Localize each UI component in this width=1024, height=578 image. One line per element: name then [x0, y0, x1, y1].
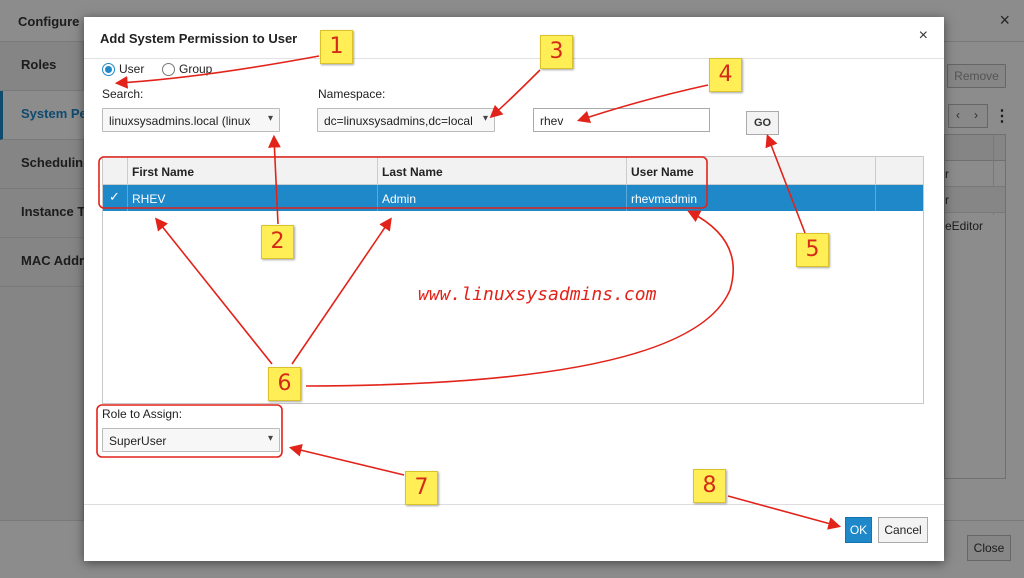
- go-button[interactable]: GO: [746, 111, 779, 135]
- chevron-down-icon: ▾: [482, 113, 488, 124]
- callout-6: 6: [268, 367, 301, 401]
- role-select[interactable]: SuperUser ▾: [102, 428, 280, 452]
- role-label: Role to Assign:: [102, 407, 183, 421]
- check-icon: ✓: [109, 189, 120, 204]
- radio-user-label: User: [119, 62, 145, 76]
- cell-first-name: RHEV: [128, 185, 378, 211]
- callout-1: 1: [320, 30, 353, 64]
- cancel-button[interactable]: Cancel: [878, 517, 928, 543]
- search-domain-select[interactable]: linuxsysadmins.local (linux ▾: [102, 108, 280, 132]
- dialog-header: Add System Permission to User ×: [84, 17, 944, 59]
- watermark-text: www.linuxsysadmins.com: [418, 284, 657, 305]
- callout-2: 2: [261, 225, 294, 259]
- dialog-title: Add System Permission to User: [100, 31, 298, 46]
- radio-group-label: Group: [179, 62, 213, 76]
- callout-5: 5: [796, 233, 829, 267]
- radio-user-dot[interactable]: [102, 62, 115, 76]
- role-value: SuperUser: [109, 434, 167, 448]
- callout-8: 8: [693, 469, 726, 503]
- users-grid: First Name Last Name User Name ✓ RHEV Ad…: [102, 156, 924, 404]
- users-grid-header: First Name Last Name User Name: [103, 157, 923, 185]
- search-domain-value: linuxsysadmins.local (linux: [109, 114, 251, 128]
- column-user-name[interactable]: User Name: [627, 157, 876, 185]
- chevron-down-icon: ▾: [267, 433, 273, 444]
- dialog-footer: [84, 504, 944, 561]
- callout-7: 7: [405, 471, 438, 505]
- column-first-name[interactable]: First Name: [128, 157, 378, 185]
- ok-button[interactable]: OK: [845, 517, 872, 543]
- column-last-name[interactable]: Last Name: [378, 157, 627, 185]
- cell-user-name: rhevmadmin: [627, 185, 876, 211]
- select-column-header: [103, 157, 128, 185]
- namespace-value: dc=linuxsysadmins,dc=local: [324, 114, 473, 128]
- callout-3: 3: [540, 35, 573, 69]
- radio-user[interactable]: User: [102, 61, 144, 77]
- namespace-select[interactable]: dc=linuxsysadmins,dc=local ▾: [317, 108, 495, 132]
- radio-group-dot[interactable]: [162, 62, 175, 76]
- callout-4: 4: [709, 58, 742, 92]
- search-label: Search:: [102, 87, 144, 101]
- row-checkbox[interactable]: ✓: [103, 185, 128, 211]
- search-input[interactable]: rhev: [533, 108, 710, 132]
- namespace-label: Namespace:: [318, 87, 386, 101]
- radio-group[interactable]: Group: [162, 61, 212, 77]
- table-row[interactable]: ✓ RHEV Admin rhevmadmin: [103, 185, 923, 211]
- cell-last-name: Admin: [378, 185, 627, 211]
- chevron-down-icon: ▾: [267, 113, 273, 124]
- dialog-close-icon[interactable]: ×: [919, 27, 928, 45]
